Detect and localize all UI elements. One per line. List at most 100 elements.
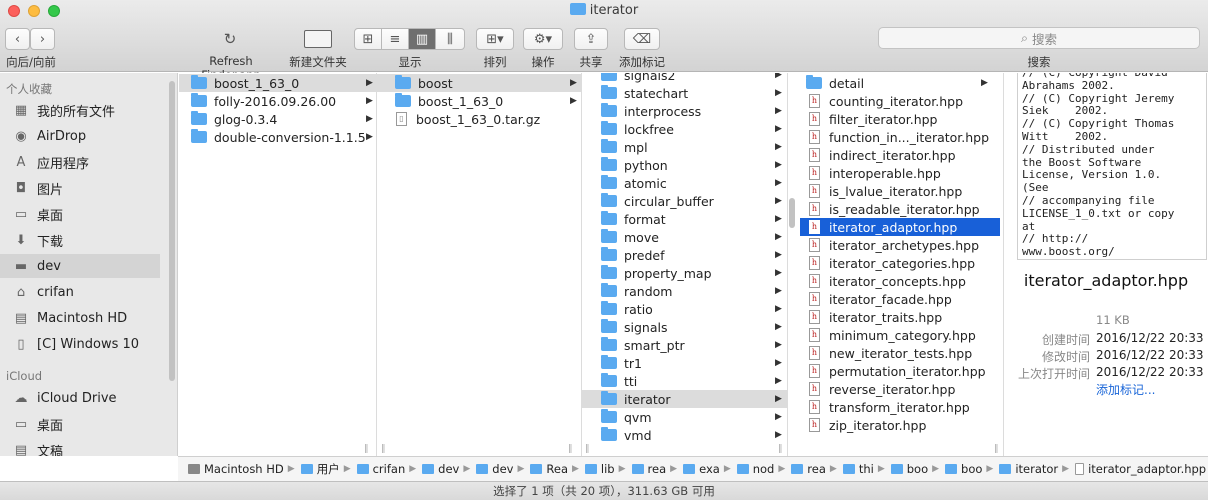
column-resize-handle[interactable]: ‖ [585,444,590,454]
sidebar-item-icloud-drive[interactable]: ☁ iCloud Drive [0,386,160,410]
list-item[interactable]: h indirect_iterator.hpp [800,146,1000,164]
list-item[interactable]: h counting_iterator.hpp [800,92,1000,110]
forward-button[interactable]: › [30,28,55,50]
column-resize-handle[interactable]: ‖ [778,444,783,454]
list-item[interactable]: boost_1_63_0 ▶ [377,92,581,110]
code-preview[interactable]: // (C) Copyright David Abrahams 2002. //… [1017,73,1207,260]
refresh-icon[interactable]: ↻ [220,30,240,48]
path-segment[interactable]: Rea [530,462,568,476]
search-input[interactable]: ⌕ 搜索 [878,27,1200,49]
column-resize-handle[interactable]: ‖ [568,444,573,454]
path-segment[interactable]: thi [842,462,874,476]
coverflow-view-button[interactable]: ⫼ [435,28,465,50]
list-item[interactable]: property_map ▶ [582,264,787,282]
add-tags-link[interactable]: 添加标记... [1096,381,1155,398]
sidebar-scrollbar[interactable] [169,81,175,381]
path-segment[interactable]: 用户 [300,461,340,477]
list-item[interactable]: atomic ▶ [582,174,787,192]
path-segment[interactable]: iterator [999,462,1058,476]
list-item[interactable]: h permutation_iterator.hpp [800,362,1000,380]
sidebar-item-macintosh-hd[interactable]: ▤ Macintosh HD [0,306,160,330]
list-item[interactable]: h function_in..._iterator.hpp [800,128,1000,146]
list-item[interactable]: tti ▶ [582,372,787,390]
list-item[interactable]: h reverse_iterator.hpp [800,380,1000,398]
list-item[interactable]: folly-2016.09.26.00 ▶ [179,92,376,110]
tags-button[interactable]: ⌫ [624,28,660,50]
list-item[interactable]: random ▶ [582,282,787,300]
list-item[interactable]: h iterator_concepts.hpp [800,272,1000,290]
list-item[interactable]: move ▶ [582,228,787,246]
list-item[interactable]: h filter_iterator.hpp [800,110,1000,128]
list-item[interactable]: tr1 ▶ [582,354,787,372]
list-item[interactable]: h interoperable.hpp [800,164,1000,182]
new-folder-icon[interactable] [304,30,332,48]
column-3-scrollbar[interactable] [789,198,795,228]
list-item[interactable]: signals2 ▶ [582,73,787,84]
column-resize-handle[interactable]: ‖ [994,444,999,454]
list-item[interactable]: python ▶ [582,156,787,174]
list-item[interactable]: qvm ▶ [582,408,787,426]
list-item[interactable]: h transform_iterator.hpp [800,398,1000,416]
list-item[interactable]: h is_lvalue_iterator.hpp [800,182,1000,200]
list-item[interactable]: vmd ▶ [582,426,787,444]
action-button[interactable]: ⚙▾ [523,28,563,50]
list-item[interactable]: detail ▶ [800,74,1000,92]
list-item[interactable]: iterator ▶ [582,390,787,408]
list-item[interactable]: ▯ boost_1_63_0.tar.gz [377,110,581,128]
list-item[interactable]: interprocess ▶ [582,102,787,120]
list-item[interactable]: signals ▶ [582,318,787,336]
arrange-button[interactable]: ⊞▾ [476,28,514,50]
sidebar-item-pictures[interactable]: ◘ 图片 [0,176,160,200]
path-segment[interactable]: Macintosh HD [188,462,284,476]
list-item[interactable]: mpl ▶ [582,138,787,156]
column-view-button[interactable]: ▥ [408,28,436,50]
list-item[interactable]: h is_readable_iterator.hpp [800,200,1000,218]
icon-view-button[interactable]: ⊞ [354,28,382,50]
list-item[interactable]: boost_1_63_0 ▶ [179,74,376,92]
list-item[interactable]: h iterator_facade.hpp [800,290,1000,308]
list-item[interactable]: glog-0.3.4 ▶ [179,110,376,128]
list-item[interactable]: smart_ptr ▶ [582,336,787,354]
path-segment[interactable]: rea [791,462,826,476]
list-item[interactable]: h iterator_traits.hpp [800,308,1000,326]
sidebar-item-windows[interactable]: ▯ [C] Windows 10 [0,332,160,356]
path-segment[interactable]: rea [631,462,666,476]
list-item[interactable]: boost ▶ [377,74,581,92]
sidebar-item-airdrop[interactable]: ◉ AirDrop [0,124,160,148]
column-resize-handle[interactable]: ‖ [381,444,386,454]
list-item[interactable]: double-conversion-1.1.5 ▶ [179,128,376,146]
share-button[interactable]: ⇪ [574,28,608,50]
sidebar-item-icloud-desktop[interactable]: ▭ 桌面 [0,412,160,436]
path-segment[interactable]: dev [476,462,513,476]
path-segment[interactable]: lib [584,462,615,476]
list-item[interactable]: h iterator_adaptor.hpp [800,218,1000,236]
sidebar-item-dev[interactable]: ▬ dev [0,254,160,278]
list-item[interactable]: lockfree ▶ [582,120,787,138]
sidebar-item-crifan[interactable]: ⌂ crifan [0,280,160,304]
path-segment[interactable]: boo [945,462,982,476]
path-segment[interactable]: iterator_adaptor.hpp [1075,462,1206,476]
list-item[interactable]: h iterator_categories.hpp [800,254,1000,272]
list-item[interactable]: predef ▶ [582,246,787,264]
list-view-button[interactable]: ≡ [381,28,409,50]
list-item[interactable]: h new_iterator_tests.hpp [800,344,1000,362]
back-button[interactable]: ‹ [5,28,30,50]
list-item[interactable]: circular_buffer ▶ [582,192,787,210]
sidebar-item-desktop[interactable]: ▭ 桌面 [0,202,160,226]
list-item[interactable]: format ▶ [582,210,787,228]
sidebar-item-applications[interactable]: A 应用程序 [0,150,160,174]
list-item[interactable]: ratio ▶ [582,300,787,318]
path-segment[interactable]: boo [890,462,928,476]
sidebar-item-all-files[interactable]: ▦ 我的所有文件 [0,98,160,122]
new-folder-label[interactable]: 新建文件夹 [286,54,350,70]
sidebar-item-downloads[interactable]: ⬇ 下载 [0,228,160,252]
list-item[interactable]: h minimum_category.hpp [800,326,1000,344]
sidebar-item-documents[interactable]: ▤ 文稿 [0,438,160,457]
list-item[interactable]: h zip_iterator.hpp [800,416,1000,434]
path-segment[interactable]: exa [683,462,720,476]
column-resize-handle[interactable]: ‖ [364,444,369,454]
list-item[interactable]: h iterator_archetypes.hpp [800,236,1000,254]
path-segment[interactable]: dev [422,462,459,476]
list-item[interactable]: statechart ▶ [582,84,787,102]
path-segment[interactable]: crifan [356,462,405,476]
